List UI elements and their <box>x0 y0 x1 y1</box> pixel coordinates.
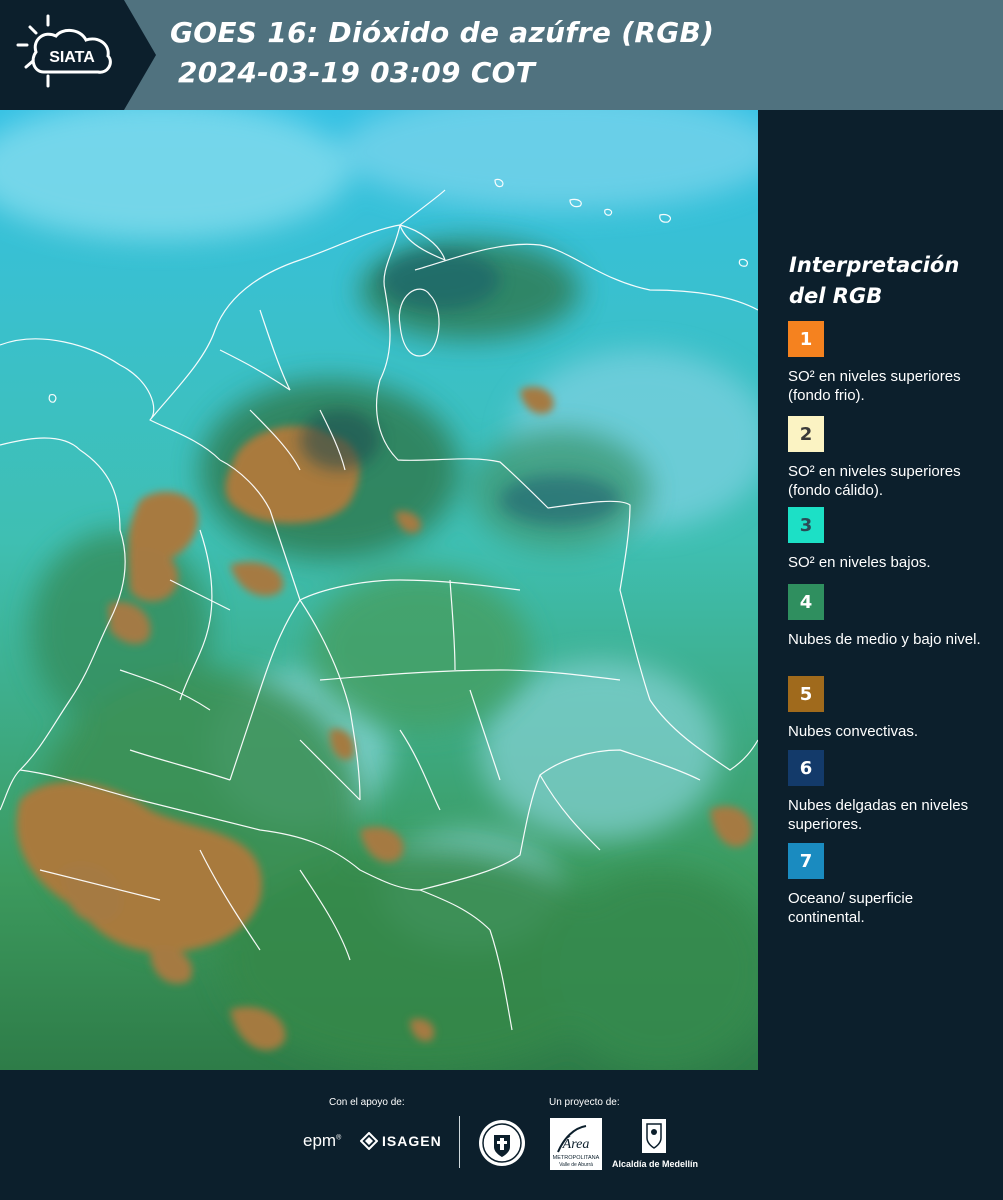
legend-item-5: 5 Nubes convectivas. <box>788 676 988 741</box>
legend-swatch: 6 <box>788 750 824 786</box>
alcaldia-shield-icon[interactable] <box>638 1118 670 1154</box>
legend-item-text: Oceano/ superficie continental. <box>788 890 914 926</box>
legend-item-text: SO² en niveles superiores (fondo frio). <box>788 368 961 404</box>
legend-item-4: 4 Nubes de medio y bajo nivel. <box>788 584 988 649</box>
footer: Con el apoyo de: Un proyecto de: epm® IS… <box>0 1070 1003 1200</box>
legend-swatch: 5 <box>788 676 824 712</box>
alcaldia-label: Alcaldía de Medellín <box>612 1159 699 1169</box>
footer-divider <box>459 1116 460 1168</box>
legend-item-7: 7 Oceano/ superficie continental. <box>788 843 988 927</box>
area-logo-sub2: Valle de Aburrá <box>559 1162 593 1168</box>
legend-swatch: 1 <box>788 321 824 357</box>
isagen-icon <box>360 1132 378 1150</box>
legend-item-text: Nubes delgadas en niveles superiores. <box>788 797 969 833</box>
legend-item-1: 1 SO² en niveles superiores (fondo frio)… <box>788 321 988 405</box>
area-logo-text: Área <box>562 1135 590 1152</box>
legend-title-line1: Interpretación <box>789 253 960 277</box>
legend-panel: Interpretación del RGB 1 SO² en niveles … <box>758 110 1003 1070</box>
legend-title-line2: del RGB <box>789 284 883 308</box>
legend-swatch: 4 <box>788 584 824 620</box>
legend-item-3: 3 SO² en niveles bajos. <box>788 507 988 572</box>
project-caption: Un proyecto de: <box>549 1097 620 1108</box>
medellin-seal-logo[interactable] <box>478 1119 526 1172</box>
legend-title: Interpretación del RGB <box>789 250 989 312</box>
page-title: GOES 16: Dióxido de azúfre (RGB) <box>170 16 715 49</box>
legend-swatch: 2 <box>788 416 824 452</box>
satellite-map[interactable] <box>0 110 758 1070</box>
area-logo-sub1: METROPOLITANA <box>553 1155 600 1161</box>
legend-swatch: 3 <box>788 507 824 543</box>
legend-item-6: 6 Nubes delgadas en niveles superiores. <box>788 750 988 834</box>
isagen-logo[interactable]: ISAGEN <box>360 1132 442 1150</box>
siata-logo[interactable]: SIATA <box>0 0 158 110</box>
legend-item-text: SO² en niveles superiores (fondo cálido)… <box>788 463 961 499</box>
epm-logo[interactable]: epm® <box>303 1131 341 1151</box>
epm-logo-text: epm <box>303 1131 337 1150</box>
area-metropolitana-logo[interactable]: Área METROPOLITANA Valle de Aburrá <box>550 1118 602 1170</box>
isagen-logo-text: ISAGEN <box>382 1133 442 1149</box>
legend-item-text: Nubes de medio y bajo nivel. <box>788 631 981 648</box>
legend-item-text: Nubes convectivas. <box>788 723 919 740</box>
legend-item-2: 2 SO² en niveles superiores (fondo cálid… <box>788 416 988 500</box>
sponsor-caption: Con el apoyo de: <box>329 1097 405 1108</box>
timestamp-title: 2024-03-19 03:09 COT <box>178 56 536 89</box>
siata-logo-text: SIATA <box>49 49 95 66</box>
legend-item-text: SO² en niveles bajos. <box>788 554 931 571</box>
legend-swatch: 7 <box>788 843 824 879</box>
header-bar: SIATA GOES 16: Dióxido de azúfre (RGB) 2… <box>0 0 1003 110</box>
